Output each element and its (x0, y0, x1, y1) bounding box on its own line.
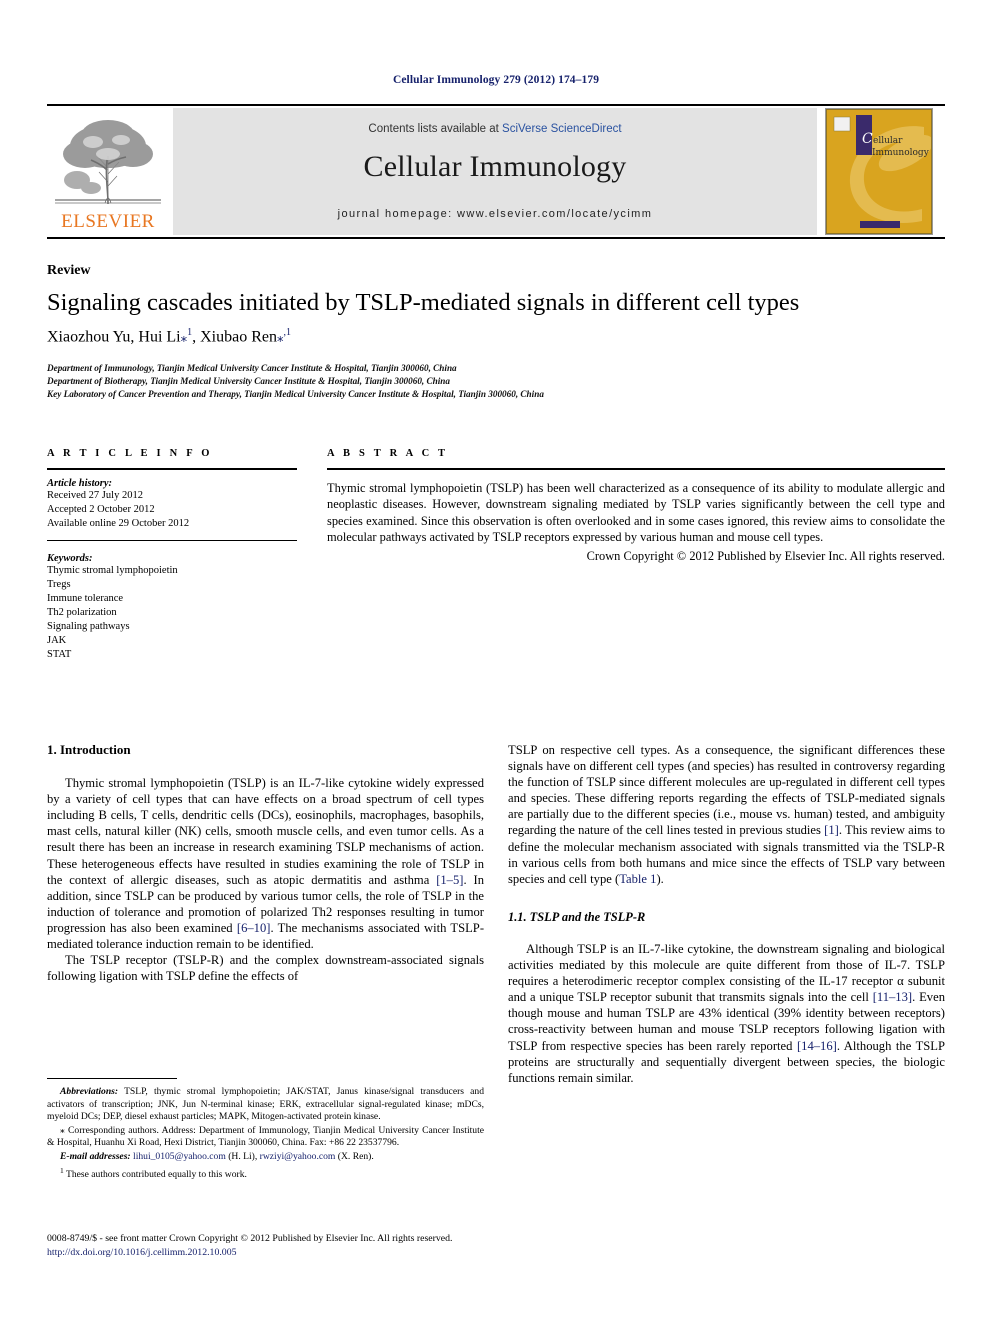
footnote-block: Abbreviations: TSLP, thymic stromal lymp… (47, 1078, 484, 1182)
email-owner-2: (X. Ren). (335, 1150, 374, 1162)
citation-ref[interactable]: [14–16] (797, 1039, 837, 1053)
author-list: Xiaozhou Yu, Hui Li⁎1, Xiubao Ren⁎,1 (47, 327, 927, 346)
keyword-item: Thymic stromal lymphopoietin (47, 565, 178, 576)
journal-title: Cellular Immunology (363, 150, 627, 183)
sciencedirect-link[interactable]: SciVerse ScienceDirect (502, 123, 622, 135)
author-3-footnote-marker: ,1 (283, 327, 291, 338)
footnote-emails: E-mail addresses: lihui_0105@yahoo.com (… (47, 1151, 484, 1164)
body-paragraph: Thymic stromal lymphopoietin (TSLP) is a… (47, 775, 484, 952)
keywords-label: Keywords: (47, 553, 93, 564)
elsevier-logo: ELSEVIER (47, 108, 169, 235)
footnote-rule (47, 1078, 177, 1079)
abstract-heading: A B S T R A C T (327, 448, 449, 459)
body-text-segment: Thymic stromal lymphopoietin (TSLP) is a… (47, 776, 484, 887)
corresponding-text: Corresponding authors. Address: Departme… (47, 1124, 484, 1149)
abstract-column: A B S T R A C T Thymic stromal lymphopoi… (327, 448, 945, 564)
section-heading-tslp-and-tslp-r: 1.1. TSLP and the TSLP-R (508, 909, 646, 924)
equal-contribution-text: These authors contributed equally to thi… (63, 1168, 247, 1180)
citation-ref[interactable]: [1] (824, 823, 839, 837)
body-text-segment: ). (656, 871, 664, 886)
footnote-equal-contribution: 1 These authors contributed equally to t… (47, 1165, 484, 1182)
contents-available-line: Contents lists available at SciVerse Sci… (173, 123, 817, 135)
author-3: Xiubao Ren (200, 328, 277, 346)
email-owner-1: (H. Li), (225, 1150, 260, 1162)
affiliation-3: Key Laboratory of Cancer Prevention and … (47, 389, 544, 400)
citation-ref[interactable]: [1–5] (436, 873, 463, 887)
affiliation-2: Department of Biotherapy, Tianjin Medica… (47, 376, 451, 387)
article-info-rule (47, 468, 297, 470)
journal-homepage[interactable]: journal homepage: www.elsevier.com/locat… (173, 208, 817, 220)
keywords-rule (47, 540, 297, 541)
journal-cover-art-icon: C ellular Immunology (826, 109, 932, 234)
abstract-rule (327, 468, 945, 470)
abbreviations-label: Abbreviations: (60, 1086, 119, 1097)
footnote-abbreviations: Abbreviations: TSLP, thymic stromal lymp… (47, 1086, 484, 1124)
citation-ref[interactable]: [6–10] (237, 921, 271, 935)
elsevier-tree-icon (55, 110, 161, 206)
body-paragraph: Although TSLP is an IL-7-like cytokine, … (508, 941, 945, 1086)
email-link-1[interactable]: lihui_0105@yahoo.com (133, 1151, 226, 1162)
article-history-accepted: Accepted 2 October 2012 (47, 504, 155, 515)
article-history-available: Available online 29 October 2012 (47, 518, 190, 529)
svg-text:C: C (862, 131, 873, 147)
author-1: Xiaozhou Yu, Hui Li (47, 328, 181, 346)
keyword-item: Tregs (47, 579, 71, 590)
keyword-item: Th2 polarization (47, 607, 117, 618)
keyword-item: Signaling pathways (47, 621, 130, 632)
article-history-label: Article history: (47, 478, 113, 489)
keyword-item: JAK (47, 635, 67, 646)
article-info-heading: A R T I C L E I N F O (47, 448, 213, 459)
svg-text:Immunology: Immunology (872, 148, 930, 158)
header-rule-bottom (47, 237, 945, 239)
affiliation-list: Department of Immunology, Tianjin Medica… (47, 362, 927, 402)
citation-ref[interactable]: [11–13] (873, 990, 912, 1004)
article-info-column: A R T I C L E I N F O Article history: R… (47, 448, 297, 662)
svg-text:ellular: ellular (873, 136, 903, 146)
keyword-item: STAT (47, 649, 72, 660)
doi-link[interactable]: http://dx.doi.org/10.1016/j.cellimm.2012… (47, 1247, 237, 1258)
body-paragraph: TSLP on respective cell types. As a cons… (508, 742, 945, 887)
footnote-corresponding: ⁎ Corresponding authors. Address: Depart… (47, 1125, 484, 1150)
section-heading-introduction: 1. Introduction (47, 742, 131, 757)
paper-page: Cellular Immunology 279 (2012) 174–179 E… (0, 0, 992, 1323)
page-footer: 0008-8749/$ - see front matter Crown Cop… (47, 1232, 927, 1259)
author-separator: , (192, 328, 201, 346)
keyword-item: Immune tolerance (47, 593, 124, 604)
table-ref[interactable]: Table 1 (619, 872, 656, 886)
journal-header: ELSEVIER Contents lists available at Sci… (47, 106, 945, 235)
contents-prefix: Contents lists available at (368, 123, 503, 135)
journal-cover-thumbnail: C ellular Immunology (825, 108, 933, 235)
body-column-right: TSLP on respective cell types. As a cons… (508, 742, 945, 1086)
abstract-text: Thymic stromal lymphopoietin (TSLP) has … (327, 481, 945, 545)
body-column-left: 1. Introduction Thymic stromal lymphopoi… (47, 742, 484, 984)
journal-header-band: Contents lists available at SciVerse Sci… (173, 108, 817, 235)
article-doctype: Review (47, 263, 91, 278)
affiliation-1: Department of Immunology, Tianjin Medica… (47, 363, 457, 373)
article-history-received: Received 27 July 2012 (47, 490, 143, 501)
page-title: Signaling cascades initiated by TSLP-med… (47, 289, 800, 316)
abstract-copyright: Crown Copyright © 2012 Published by Else… (586, 548, 945, 563)
body-paragraph: The TSLP receptor (TSLP-R) and the compl… (47, 953, 484, 984)
running-head: Cellular Immunology 279 (2012) 174–179 (392, 74, 600, 86)
email-label: E-mail addresses: (60, 1150, 131, 1162)
keywords-block: Keywords: Thymic stromal lymphopoietin T… (47, 553, 297, 662)
email-link-2[interactable]: rwziyi@yahoo.com (260, 1151, 336, 1162)
elsevier-wordmark: ELSEVIER (61, 211, 155, 232)
issn-copyright-line: 0008-8749/$ - see front matter Crown Cop… (47, 1233, 453, 1244)
